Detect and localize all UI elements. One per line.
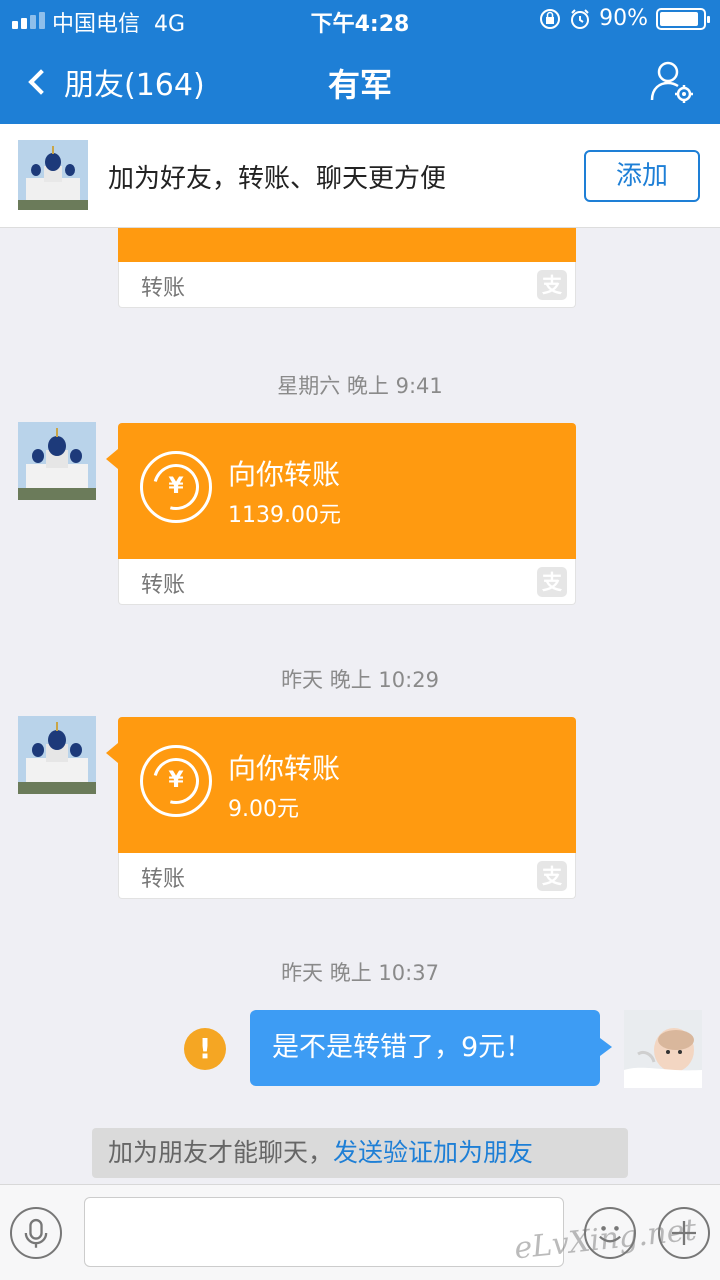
message-input[interactable] xyxy=(84,1197,564,1267)
settings-user-icon[interactable] xyxy=(648,58,696,106)
transfer-card-top xyxy=(118,228,576,262)
send-verification-link[interactable]: 发送验证加为朋友 xyxy=(333,1138,533,1167)
transfer-card-partial[interactable]: 转账 支 xyxy=(118,228,576,308)
battery-percent: 90% xyxy=(599,6,648,31)
transfer-amount: 1139.00元 xyxy=(228,503,341,528)
transfer-amount: 9.00元 xyxy=(228,797,299,822)
transfer-card-top: ¥ 向你转账 9.00元 xyxy=(106,717,576,853)
add-friend-banner: 加为好友，转账、聊天更方便 添加 xyxy=(0,124,720,228)
transfer-type-label: 转账 xyxy=(141,867,186,892)
transfer-card[interactable]: ¥ 向你转账 1139.00元 转账 支 xyxy=(106,423,576,605)
transfer-card-footer: 转账 支 xyxy=(118,262,576,308)
transfer-card[interactable]: ¥ 向你转账 9.00元 转账 支 xyxy=(106,717,576,899)
nav-bar: 朋友(164) 有军 xyxy=(0,40,720,124)
rotation-lock-icon xyxy=(540,8,561,29)
status-bar: 中国电信 4G 下午4:28 90% xyxy=(0,0,720,40)
banner-text: 加为好友，转账、聊天更方便 xyxy=(108,164,447,194)
transfer-type-label: 转账 xyxy=(141,276,186,301)
alipay-icon: 支 xyxy=(537,567,567,597)
message-timestamp: 昨天 晚上 10:37 xyxy=(281,961,439,985)
notice-text: 加为朋友才能聊天， xyxy=(108,1138,334,1167)
alipay-icon: 支 xyxy=(537,861,567,891)
transfer-yen-icon: ¥ xyxy=(140,745,212,817)
transfer-title: 向你转账 xyxy=(228,752,341,785)
alarm-icon xyxy=(571,8,590,29)
transfer-title: 向你转账 xyxy=(228,458,341,491)
transfer-type-label: 转账 xyxy=(141,573,186,598)
status-right: 90% xyxy=(539,6,710,31)
transfer-yen-icon: ¥ xyxy=(140,451,212,523)
my-avatar[interactable] xyxy=(624,1010,702,1088)
page-title: 有军 xyxy=(327,66,392,104)
transfer-card-footer: 转账 支 xyxy=(118,853,576,899)
add-friend-notice: 加为朋友才能聊天，发送验证加为朋友 xyxy=(92,1128,628,1178)
add-friend-button[interactable]: 添加 xyxy=(584,150,700,202)
contact-avatar[interactable] xyxy=(18,140,88,210)
message-timestamp: 星期六 晚上 9:41 xyxy=(277,374,443,398)
mic-icon[interactable] xyxy=(10,1207,62,1259)
alipay-icon: 支 xyxy=(537,270,567,300)
transfer-card-footer: 转账 支 xyxy=(118,559,576,605)
top-bar: 中国电信 4G 下午4:28 90% 朋友(164) 有军 xyxy=(0,0,720,124)
contact-avatar[interactable] xyxy=(18,422,96,500)
contact-avatar[interactable] xyxy=(18,716,96,794)
warning-icon[interactable]: ! xyxy=(184,1028,226,1070)
battery-icon xyxy=(656,7,710,30)
my-message-bubble[interactable]: 是不是转错了，9元！ xyxy=(250,1010,612,1086)
message-timestamp: 昨天 晚上 10:29 xyxy=(281,668,439,692)
transfer-card-top: ¥ 向你转账 1139.00元 xyxy=(106,423,576,559)
